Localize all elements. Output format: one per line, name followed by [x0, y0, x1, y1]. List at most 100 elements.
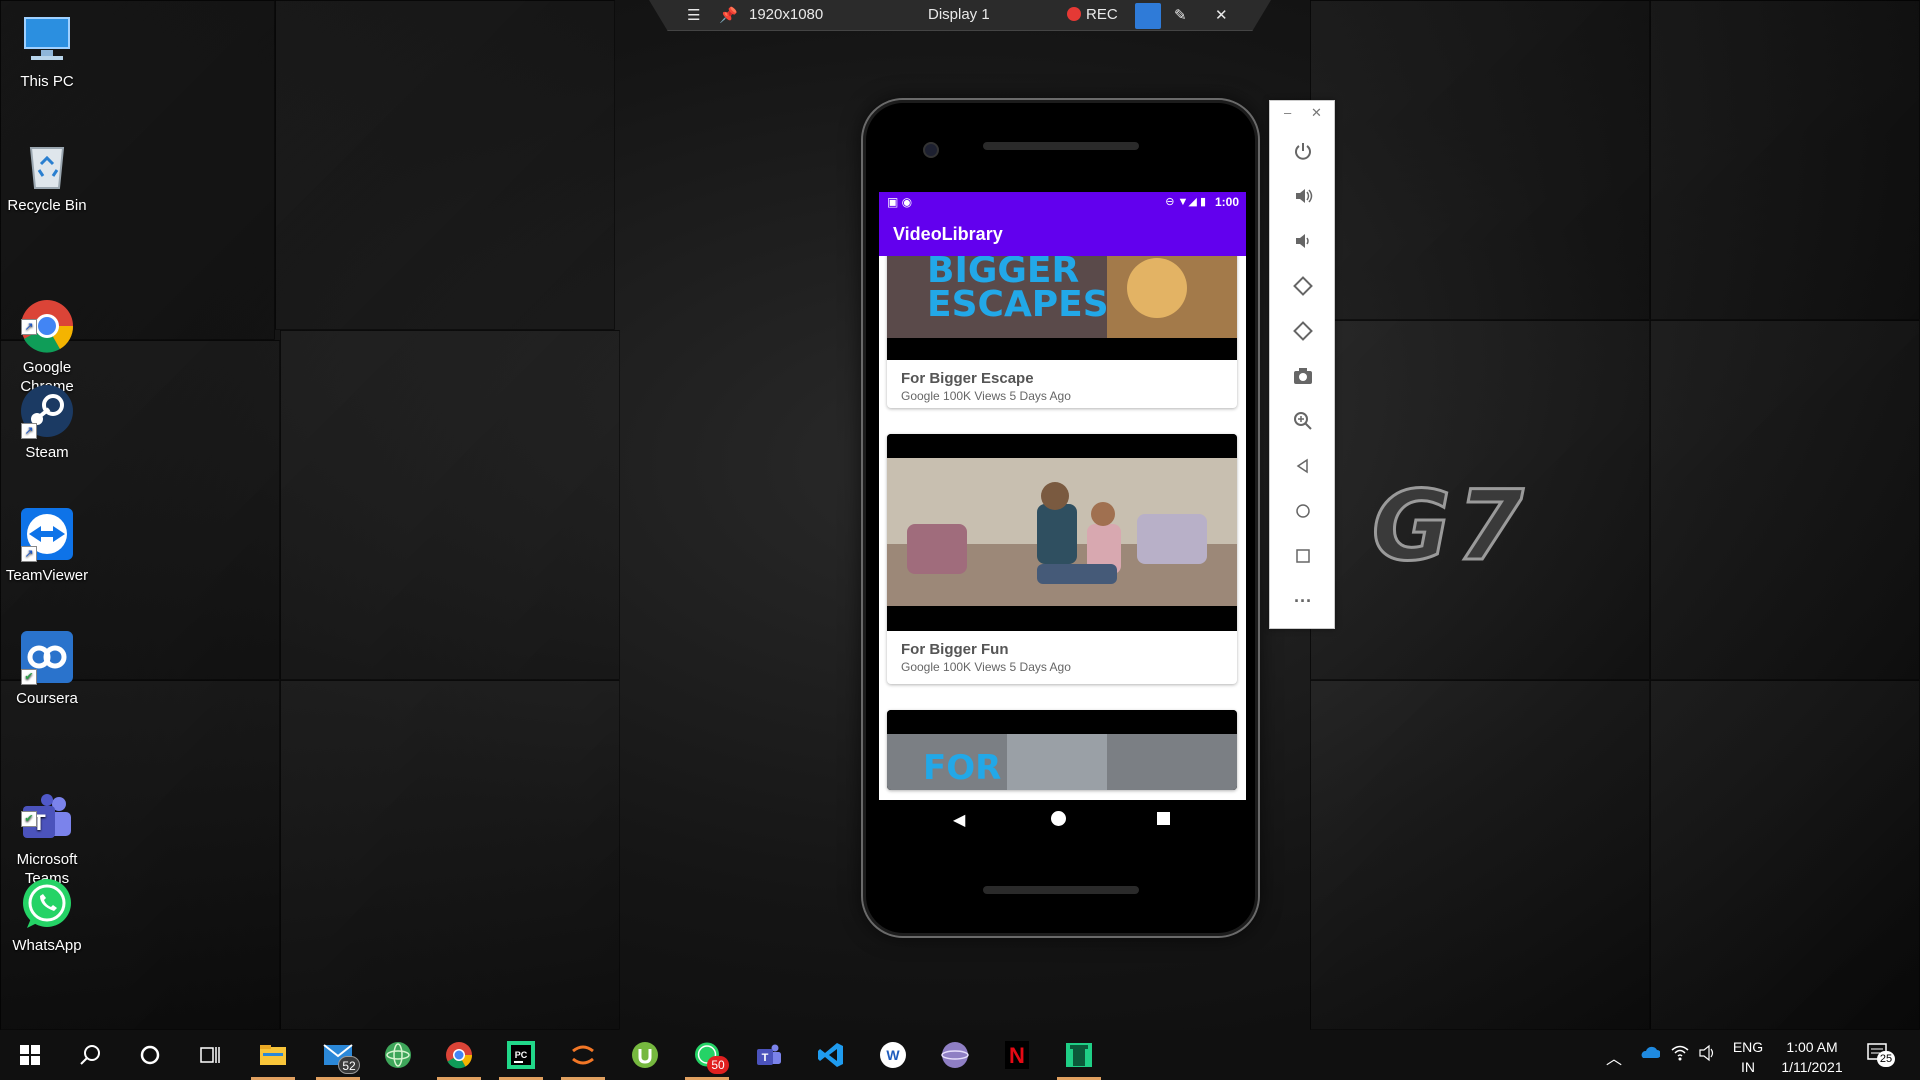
teams-icon: T ✔ — [19, 771, 75, 838]
signal-battery-icons: ⊖ ▼◢ ▮ — [1165, 196, 1206, 208]
home-icon[interactable] — [1287, 495, 1319, 527]
video-list[interactable]: BIGGER ESCAPES For Bigger Escape Google … — [879, 256, 1246, 800]
pen-icon[interactable]: ✎ — [1174, 6, 1187, 24]
svg-text:PC: PC — [515, 1050, 528, 1060]
volume-icon[interactable] — [1698, 1044, 1718, 1080]
desktop-icon-label: Coursera — [16, 690, 78, 707]
android-emulator-phone: ▣ ◉ ⊖ ▼◢ ▮ 1:00 VideoLibrary BIGGER ESCA… — [861, 98, 1260, 938]
zoom-icon[interactable] — [1287, 405, 1319, 437]
clock-time: 1:00 AM — [1786, 1039, 1838, 1055]
record-button[interactable]: REC — [1067, 6, 1118, 23]
start-button[interactable] — [4, 1030, 56, 1080]
record-dot-icon — [1067, 7, 1081, 21]
sphere-app-icon[interactable] — [929, 1030, 981, 1080]
screen-share-button[interactable] — [1135, 3, 1161, 29]
whatsapp-icon — [19, 876, 75, 932]
thumbnail-text: BIGGER ESCAPES — [927, 256, 1109, 325]
video-card[interactable]: BIGGER ESCAPES For Bigger Escape Google … — [887, 256, 1237, 408]
close-icon[interactable]: ✕ — [1215, 6, 1228, 24]
phone-screen: ▣ ◉ ⊖ ▼◢ ▮ 1:00 VideoLibrary BIGGER ESCA… — [879, 192, 1246, 800]
action-center-icon[interactable]: 25 — [1866, 1041, 1895, 1080]
wifi-icon[interactable] — [1670, 1044, 1690, 1080]
whatsapp-badge: 50 — [707, 1056, 729, 1074]
app-bar-title: VideoLibrary — [879, 212, 1246, 256]
desktop-icon-recycle-bin[interactable]: Recycle Bin — [0, 136, 94, 215]
video-card[interactable]: FOR — [887, 710, 1237, 790]
jupyter-icon[interactable] — [557, 1030, 609, 1080]
netflix-icon[interactable]: N — [991, 1030, 1043, 1080]
desktop-icon-teamviewer[interactable]: ↗ TeamViewer — [0, 506, 94, 585]
camera-icon[interactable] — [1287, 360, 1319, 392]
desktop-icon-this-pc[interactable]: This PC — [0, 12, 94, 91]
video-thumbnail[interactable] — [887, 434, 1237, 631]
mail-icon[interactable]: 52 — [312, 1030, 364, 1080]
show-hidden-icons[interactable]: ︿ — [1606, 1045, 1622, 1080]
rotate-left-icon[interactable] — [1287, 270, 1319, 302]
desktop-icon-label: Recycle Bin — [7, 197, 87, 214]
teams-icon[interactable]: T — [743, 1030, 795, 1080]
nav-back-icon[interactable]: ◀ — [953, 810, 965, 830]
language-indicator[interactable]: ENG IN — [1728, 1037, 1768, 1080]
nav-home-icon[interactable] — [1051, 811, 1066, 826]
android-studio-icon[interactable] — [1053, 1030, 1105, 1080]
notification-icons: ▣ ◉ — [887, 195, 913, 209]
menu-icon[interactable]: ☰ — [687, 6, 700, 24]
clock-date: 1/11/2021 — [1781, 1059, 1843, 1075]
power-icon[interactable] — [1287, 135, 1319, 167]
clock[interactable]: 1:00 AM 1/11/2021 — [1770, 1037, 1854, 1080]
cortana-icon[interactable] — [124, 1030, 176, 1080]
svg-text:N: N — [1009, 1043, 1025, 1068]
display-selector[interactable]: Display 1 — [928, 6, 990, 23]
desktop-icon-label: Steam — [25, 444, 69, 461]
video-thumbnail[interactable]: BIGGER ESCAPES — [887, 256, 1237, 360]
onedrive-icon[interactable] — [1638, 1045, 1661, 1080]
vscode-icon[interactable] — [805, 1030, 857, 1080]
nav-overview-icon[interactable] — [1157, 812, 1170, 825]
svg-text:W: W — [886, 1047, 900, 1063]
volume-up-icon[interactable] — [1287, 180, 1319, 212]
teamviewer-icon: ↗ — [19, 506, 75, 562]
minimize-icon[interactable]: – — [1284, 105, 1291, 120]
bottom-speaker — [983, 886, 1139, 894]
close-icon[interactable]: ✕ — [1311, 105, 1322, 121]
overview-icon[interactable] — [1287, 540, 1319, 572]
android-status-bar: ▣ ◉ ⊖ ▼◢ ▮ 1:00 — [879, 192, 1246, 212]
desktop-icon-google-chrome[interactable]: ↗ Google Chrome — [0, 260, 94, 396]
volume-down-icon[interactable] — [1287, 225, 1319, 257]
g7-logo: G7 — [1371, 469, 1530, 584]
steam-icon: ↗ — [19, 383, 75, 439]
android-nav-bar: ◀ — [879, 800, 1246, 840]
utorrent-icon[interactable] — [619, 1030, 671, 1080]
back-icon[interactable] — [1287, 450, 1319, 482]
word-app-icon[interactable]: W — [867, 1030, 919, 1080]
atom-app-icon[interactable] — [372, 1030, 424, 1080]
status-time: 1:00 — [1214, 195, 1239, 209]
search-icon[interactable] — [64, 1030, 116, 1080]
pycharm-icon[interactable]: PC — [495, 1030, 547, 1080]
windows-icon — [20, 1045, 40, 1065]
desktop-icon-steam[interactable]: ↗ Steam — [0, 383, 94, 462]
video-thumbnail[interactable]: FOR — [887, 710, 1237, 790]
desktop-icon-label: WhatsApp — [12, 937, 82, 954]
video-title: For Bigger Fun — [901, 641, 1009, 658]
video-meta: Google 100K Views 5 Days Ago — [901, 389, 1071, 403]
svg-text:T: T — [762, 1052, 769, 1064]
earpiece — [983, 142, 1139, 150]
task-view-icon[interactable] — [184, 1030, 236, 1080]
coursera-icon: ✔ — [19, 629, 75, 685]
desktop-icon-microsoft-teams[interactable]: T ✔ Microsoft Teams — [0, 752, 94, 888]
chrome-icon[interactable] — [433, 1030, 485, 1080]
desktop-icon-coursera[interactable]: ✔ Coursera — [0, 629, 94, 708]
file-explorer-icon[interactable] — [247, 1030, 299, 1080]
whatsapp-icon[interactable]: 50 — [681, 1030, 733, 1080]
more-icon[interactable]: ··· — [1287, 585, 1319, 617]
desktop-icon-label: This PC — [20, 73, 74, 90]
recycle-bin-icon — [19, 136, 75, 192]
rotate-right-icon[interactable] — [1287, 315, 1319, 347]
desktop-icon-whatsapp[interactable]: WhatsApp — [0, 876, 94, 955]
pin-icon[interactable]: 📌 — [719, 6, 738, 24]
desktop-icon-label: TeamViewer — [5, 567, 89, 584]
video-card[interactable]: For Bigger Fun Google 100K Views 5 Days … — [887, 434, 1237, 684]
emulator-side-panel: – ✕ ··· — [1269, 100, 1335, 629]
mail-badge: 52 — [338, 1056, 360, 1074]
